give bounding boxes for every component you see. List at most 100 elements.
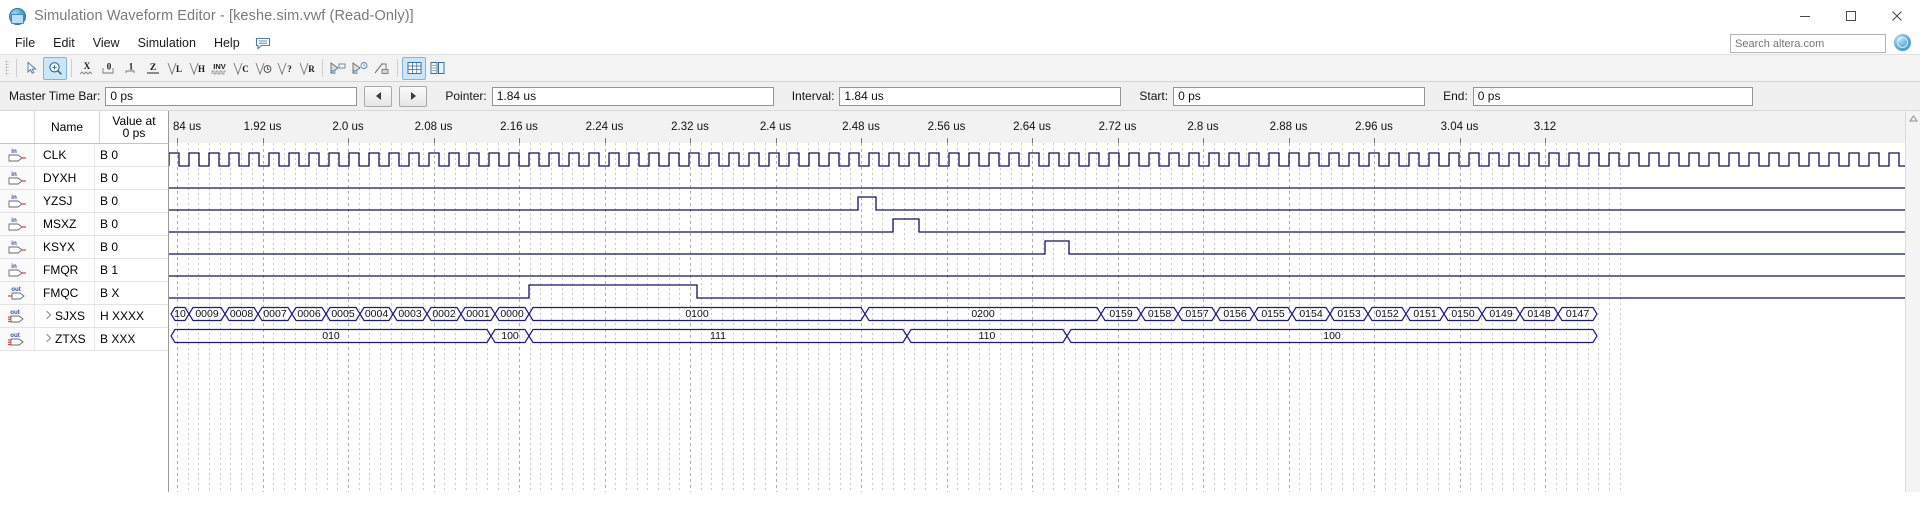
signal-row-ksyx[interactable]: in KSYX B 0	[0, 236, 168, 259]
ruler-tick-label: 2.08 us	[414, 121, 453, 133]
zoom-tool-button[interactable]	[43, 56, 67, 80]
overwrite-high-button[interactable]: 1	[120, 58, 142, 79]
overwrite-low-button[interactable]: 0	[98, 58, 120, 79]
overwrite-weak-high-button[interactable]: H	[186, 58, 208, 79]
ruler-tick-label: 2.32 us	[671, 121, 709, 133]
previous-transition-button[interactable]	[364, 85, 393, 107]
svg-text:0005: 0005	[331, 308, 355, 320]
signal-row-msxz[interactable]: in MSXZ B 0	[0, 213, 168, 236]
signal-row-ztxs[interactable]: out ZTXS B XXX	[0, 328, 168, 351]
chevron-right-icon[interactable]	[43, 312, 52, 321]
signal-value-cell: B 1	[100, 263, 119, 277]
waveform-pane: 84 us 1.92 us 2.0 us 2.08 us 2.16 us 2.24 us 2…	[169, 111, 1920, 492]
search-box[interactable]	[1730, 34, 1886, 53]
waveform-row-fmqc[interactable]	[169, 281, 1920, 303]
bus-out-pin-icon: out	[0, 305, 35, 327]
chevron-right-icon	[410, 92, 416, 100]
svg-text:out: out	[10, 332, 20, 339]
snap-to-grid-button[interactable]	[402, 56, 426, 80]
signal-value-cell: B 0	[100, 148, 119, 162]
overwrite-weak-low-button[interactable]: L	[164, 58, 186, 79]
invert-button[interactable]: INV	[208, 58, 230, 79]
sort-nodes-button[interactable]	[426, 58, 448, 79]
end-field[interactable]: 0 ps	[1472, 86, 1753, 106]
help-globe-icon[interactable]	[1894, 34, 1911, 51]
overwrite-clock-button[interactable]	[252, 58, 274, 79]
overwrite-random-values-button[interactable]: R	[296, 58, 318, 79]
overwrite-high-impedance-button[interactable]: Z	[142, 58, 164, 79]
signal-row-dyxh[interactable]: in DYXH B 0	[0, 167, 168, 190]
menu-file[interactable]: File	[6, 34, 44, 52]
selection-tool-button[interactable]	[21, 58, 43, 79]
svg-text:0100: 0100	[685, 308, 709, 320]
svg-text:R: R	[308, 64, 315, 74]
svg-text:X: X	[84, 61, 91, 71]
run-timing-simulation-button[interactable]	[349, 58, 371, 79]
signal-row-fmqc[interactable]: out FMQC B X	[0, 282, 168, 305]
svg-text:0154: 0154	[1299, 308, 1323, 320]
search-input[interactable]	[1731, 34, 1885, 53]
waveform-row-fmqr[interactable]	[169, 259, 1920, 281]
interval-field[interactable]: 1.84 us	[839, 86, 1122, 106]
waveform-row-msxz[interactable]	[169, 215, 1920, 237]
signal-name-label: YZSJ	[43, 194, 73, 208]
toolbar-grip[interactable]	[5, 60, 9, 76]
svg-text:Z: Z	[150, 63, 156, 73]
next-transition-button[interactable]	[399, 85, 428, 107]
svg-text:INV: INV	[213, 62, 226, 71]
menu-edit[interactable]: Edit	[44, 34, 84, 52]
svg-text:0156: 0156	[1223, 308, 1247, 320]
overwrite-arbitrary-value-button[interactable]: ?	[274, 58, 296, 79]
svg-text:out: out	[11, 286, 21, 293]
svg-text:0153: 0153	[1337, 308, 1361, 320]
chevron-right-icon[interactable]	[43, 335, 52, 344]
svg-text:0002: 0002	[432, 308, 456, 320]
signal-name-label: SJXS	[55, 309, 86, 323]
in-pin-icon: in	[0, 259, 35, 281]
waveform-canvas[interactable]: 10 0009 0008 0007 0006 0005 0004 0003 0002 0001 00…	[169, 143, 1920, 492]
waveform-row-ztxs[interactable]: 010 100 111 110 100	[169, 325, 1920, 347]
menu-simulation[interactable]: Simulation	[129, 34, 205, 52]
master-time-bar-field[interactable]: 0 ps	[105, 86, 358, 106]
signal-row-fmqr[interactable]: in FMQR B 1	[0, 259, 168, 282]
waveform-row-sjxs[interactable]: 10 0009 0008 0007 0006 0005 0004 0003 0002 0001 00…	[169, 303, 1920, 325]
pointer-label: Pointer:	[445, 89, 487, 103]
waveform-row-dyxh[interactable]	[169, 171, 1920, 193]
menu-help[interactable]: Help	[205, 34, 249, 52]
waveform-row-yzsj[interactable]	[169, 193, 1920, 215]
minimize-button[interactable]	[1782, 0, 1828, 32]
start-field[interactable]: 0 ps	[1173, 86, 1426, 106]
overwrite-count-value-button[interactable]: C	[230, 58, 252, 79]
waveform-row-ksyx[interactable]	[169, 237, 1920, 259]
scroll-up-icon[interactable]	[1906, 111, 1920, 125]
name-pane-header: Name Value at 0 ps	[0, 111, 168, 144]
overwrite-unknown-button[interactable]: X	[76, 58, 98, 79]
signal-value-cell: B 0	[100, 240, 119, 254]
close-button[interactable]	[1874, 0, 1920, 32]
svg-text:0003: 0003	[398, 308, 422, 320]
signal-name-pane: Name Value at 0 ps in CLK B 0 in DYXH B 0 in YZ…	[0, 111, 169, 492]
svg-text:0155: 0155	[1261, 308, 1285, 320]
time-ruler[interactable]: 84 us 1.92 us 2.0 us 2.08 us 2.16 us 2.24 us 2…	[169, 111, 1920, 144]
menu-view[interactable]: View	[84, 34, 129, 52]
window-controls	[1782, 0, 1920, 32]
svg-text:110: 110	[979, 330, 996, 342]
signal-row-clk[interactable]: in CLK B 0	[0, 144, 168, 167]
end-label: End:	[1443, 89, 1468, 103]
maximize-button[interactable]	[1828, 0, 1874, 32]
svg-text:010: 010	[322, 330, 340, 342]
signal-row-yzsj[interactable]: in YZSJ B 0	[0, 190, 168, 213]
master-time-bar-label: Master Time Bar:	[9, 89, 101, 103]
signal-value-cell: B 0	[100, 194, 119, 208]
waveform-row-clk[interactable]	[169, 149, 1920, 171]
run-functional-simulation-button[interactable]	[327, 58, 349, 79]
simulation-settings-button[interactable]	[371, 58, 393, 79]
svg-text:111: 111	[710, 330, 726, 342]
toolbar: X 0 1 Z L H INV C ? R	[0, 54, 1920, 82]
svg-text:0000: 0000	[500, 308, 524, 320]
speech-bubble-icon[interactable]	[255, 36, 272, 51]
pointer-field[interactable]: 1.84 us	[491, 86, 774, 106]
signal-name-cell: MSXZ	[35, 213, 95, 235]
signal-row-sjxs[interactable]: out SJXS H XXXX	[0, 305, 168, 328]
vertical-scrollbar[interactable]	[1905, 111, 1920, 492]
